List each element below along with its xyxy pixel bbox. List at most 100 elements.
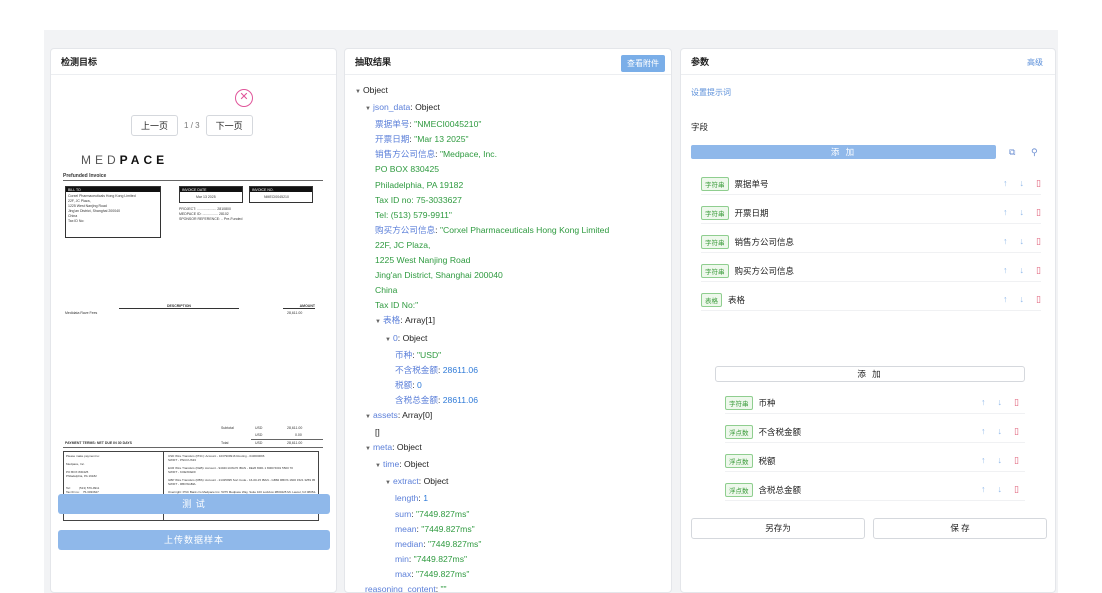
- panel-title: 检测目标: [51, 49, 336, 75]
- prev-page-button[interactable]: 上一页: [131, 115, 179, 136]
- field-type-tag[interactable]: 浮点数: [725, 482, 753, 497]
- tree-row: length: 1: [355, 491, 609, 506]
- divider: [63, 180, 323, 181]
- arrow-up-icon[interactable]: ↑: [981, 426, 986, 437]
- tax-value: 0.00: [295, 433, 302, 437]
- tree-value: PO BOX 830425: [375, 164, 440, 175]
- collapse-arrow-icon[interactable]: ▼: [375, 315, 381, 330]
- tree-value: "7449.827ms": [416, 508, 470, 519]
- medpace-logo: MEDPACE: [81, 153, 169, 167]
- collapse-arrow-icon[interactable]: ▼: [385, 476, 391, 491]
- tree-value: "Mar 13 2025": [414, 134, 469, 145]
- delete-icon[interactable]: ▯: [1036, 236, 1041, 247]
- panel-title: 参数 高级: [681, 49, 1055, 75]
- upload-sample-button[interactable]: 上传数据样本: [58, 530, 330, 550]
- arrow-up-icon[interactable]: ↑: [1003, 294, 1008, 305]
- arrow-up-icon[interactable]: ↑: [1003, 236, 1008, 247]
- arrow-up-icon[interactable]: ↑: [981, 484, 986, 495]
- collapse-arrow-icon[interactable]: ▼: [365, 410, 371, 425]
- delete-icon[interactable]: ▯: [1014, 484, 1019, 495]
- field-name[interactable]: 含税总金额: [759, 484, 802, 496]
- field-type-tag[interactable]: 字符串: [725, 395, 753, 410]
- field-name[interactable]: 购买方公司信息: [735, 265, 795, 277]
- delete-icon[interactable]: ▯: [1036, 265, 1041, 276]
- field-name[interactable]: 开票日期: [735, 207, 769, 219]
- field-type-tag[interactable]: 表格: [701, 292, 722, 307]
- delete-icon[interactable]: ▯: [1014, 397, 1019, 408]
- arrow-down-icon[interactable]: ↓: [998, 397, 1003, 408]
- field-type-tag[interactable]: 字符串: [701, 263, 729, 278]
- arrow-down-icon[interactable]: ↓: [1020, 265, 1025, 276]
- tree-key: extract: [393, 476, 419, 487]
- top-bar: [0, 0, 1102, 30]
- arrow-down-icon[interactable]: ↓: [1020, 236, 1025, 247]
- tree-row[interactable]: ▼ 0: Object: [355, 331, 609, 348]
- field-type-tag[interactable]: 字符串: [701, 205, 729, 220]
- field-type-tag[interactable]: 字符串: [701, 176, 729, 191]
- arrow-down-icon[interactable]: ↓: [1020, 207, 1025, 218]
- collapse-arrow-icon[interactable]: ▼: [365, 102, 371, 117]
- invoice-no-box: INVOICE NO. NMECI0045210: [249, 186, 313, 203]
- extraction-result-panel: 抽取结果 查看附件 ▼ Object ▼ json_data: Object 票据单号:…: [344, 48, 672, 593]
- collapse-arrow-icon[interactable]: ▼: [385, 333, 391, 348]
- arrow-down-icon[interactable]: ↓: [998, 426, 1003, 437]
- add-subfield-button[interactable]: 添 加: [715, 366, 1025, 382]
- field-name[interactable]: 销售方公司信息: [735, 236, 795, 248]
- view-attachment-button[interactable]: 查看附件: [621, 55, 665, 72]
- paint-icon[interactable]: ⚲: [1031, 147, 1038, 158]
- arrow-down-icon[interactable]: ↓: [998, 484, 1003, 495]
- field-type-tag[interactable]: 浮点数: [725, 453, 753, 468]
- tree-row[interactable]: ▼ 表格: Array[1]: [355, 313, 609, 330]
- field-name[interactable]: 税额: [759, 455, 776, 467]
- project-info: PROJECT: .................... 2810800 ME…: [179, 207, 243, 221]
- tree-value: 22F, JC Plaza,: [375, 239, 431, 250]
- tree-row[interactable]: ▼ assets: Array[0]: [355, 408, 609, 425]
- close-icon[interactable]: ✕: [235, 89, 253, 107]
- collapse-arrow-icon[interactable]: ▼: [375, 459, 381, 474]
- copy-icon[interactable]: ⧉: [1009, 147, 1015, 158]
- save-button[interactable]: 保 存: [873, 518, 1047, 539]
- row-actions: ↑ ↓ ▯: [1003, 236, 1041, 247]
- field-name[interactable]: 币种: [759, 397, 776, 409]
- tree-key: sum: [395, 508, 412, 519]
- delete-icon[interactable]: ▯: [1014, 426, 1019, 437]
- tree-row: 不含税金额: 28611.06: [355, 363, 609, 378]
- arrow-up-icon[interactable]: ↑: [981, 455, 986, 466]
- collapse-arrow-icon[interactable]: ▼: [355, 85, 361, 100]
- delete-icon[interactable]: ▯: [1014, 455, 1019, 466]
- tree-key: mean: [395, 523, 417, 534]
- advanced-link[interactable]: 高级: [1027, 57, 1043, 68]
- arrow-up-icon[interactable]: ↑: [1003, 265, 1008, 276]
- arrow-up-icon[interactable]: ↑: [1003, 178, 1008, 189]
- set-prompt-link[interactable]: 设置提示词: [691, 87, 731, 98]
- delete-icon[interactable]: ▯: [1036, 178, 1041, 189]
- arrow-down-icon[interactable]: ↓: [1020, 178, 1025, 189]
- test-button[interactable]: 测 试: [58, 494, 330, 514]
- pager: 上一页 1 / 3 下一页: [131, 115, 253, 136]
- tree-row[interactable]: ▼ meta: Object: [355, 440, 609, 457]
- add-field-button[interactable]: 添 加: [691, 145, 996, 159]
- next-page-button[interactable]: 下一页: [205, 115, 253, 136]
- field-name[interactable]: 不含税金额: [759, 426, 802, 438]
- arrow-down-icon[interactable]: ↓: [1020, 294, 1025, 305]
- tree-row: []: [355, 425, 609, 440]
- delete-icon[interactable]: ▯: [1036, 294, 1041, 305]
- delete-icon[interactable]: ▯: [1036, 207, 1041, 218]
- save-as-button[interactable]: 另存为: [691, 518, 865, 539]
- arrow-up-icon[interactable]: ↑: [1003, 207, 1008, 218]
- tree-row[interactable]: ▼ Object: [355, 83, 609, 100]
- tree-value: "7449.827ms": [416, 568, 470, 579]
- arrow-up-icon[interactable]: ↑: [981, 397, 986, 408]
- field-type-tag[interactable]: 字符串: [701, 234, 729, 249]
- field-row: 字符串 开票日期 ↑ ↓ ▯: [701, 202, 1041, 224]
- row-actions: ↑ ↓ ▯: [1003, 265, 1041, 276]
- tree-row[interactable]: ▼ extract: Object: [355, 474, 609, 491]
- tree-row: Philadelphia, PA 19182: [355, 178, 609, 193]
- tree-row[interactable]: ▼ time: Object: [355, 457, 609, 474]
- collapse-arrow-icon[interactable]: ▼: [365, 442, 371, 457]
- field-type-tag[interactable]: 浮点数: [725, 424, 753, 439]
- field-name[interactable]: 票据单号: [735, 178, 769, 190]
- tree-row[interactable]: ▼ json_data: Object: [355, 100, 609, 117]
- field-name[interactable]: 表格: [728, 294, 745, 306]
- arrow-down-icon[interactable]: ↓: [998, 455, 1003, 466]
